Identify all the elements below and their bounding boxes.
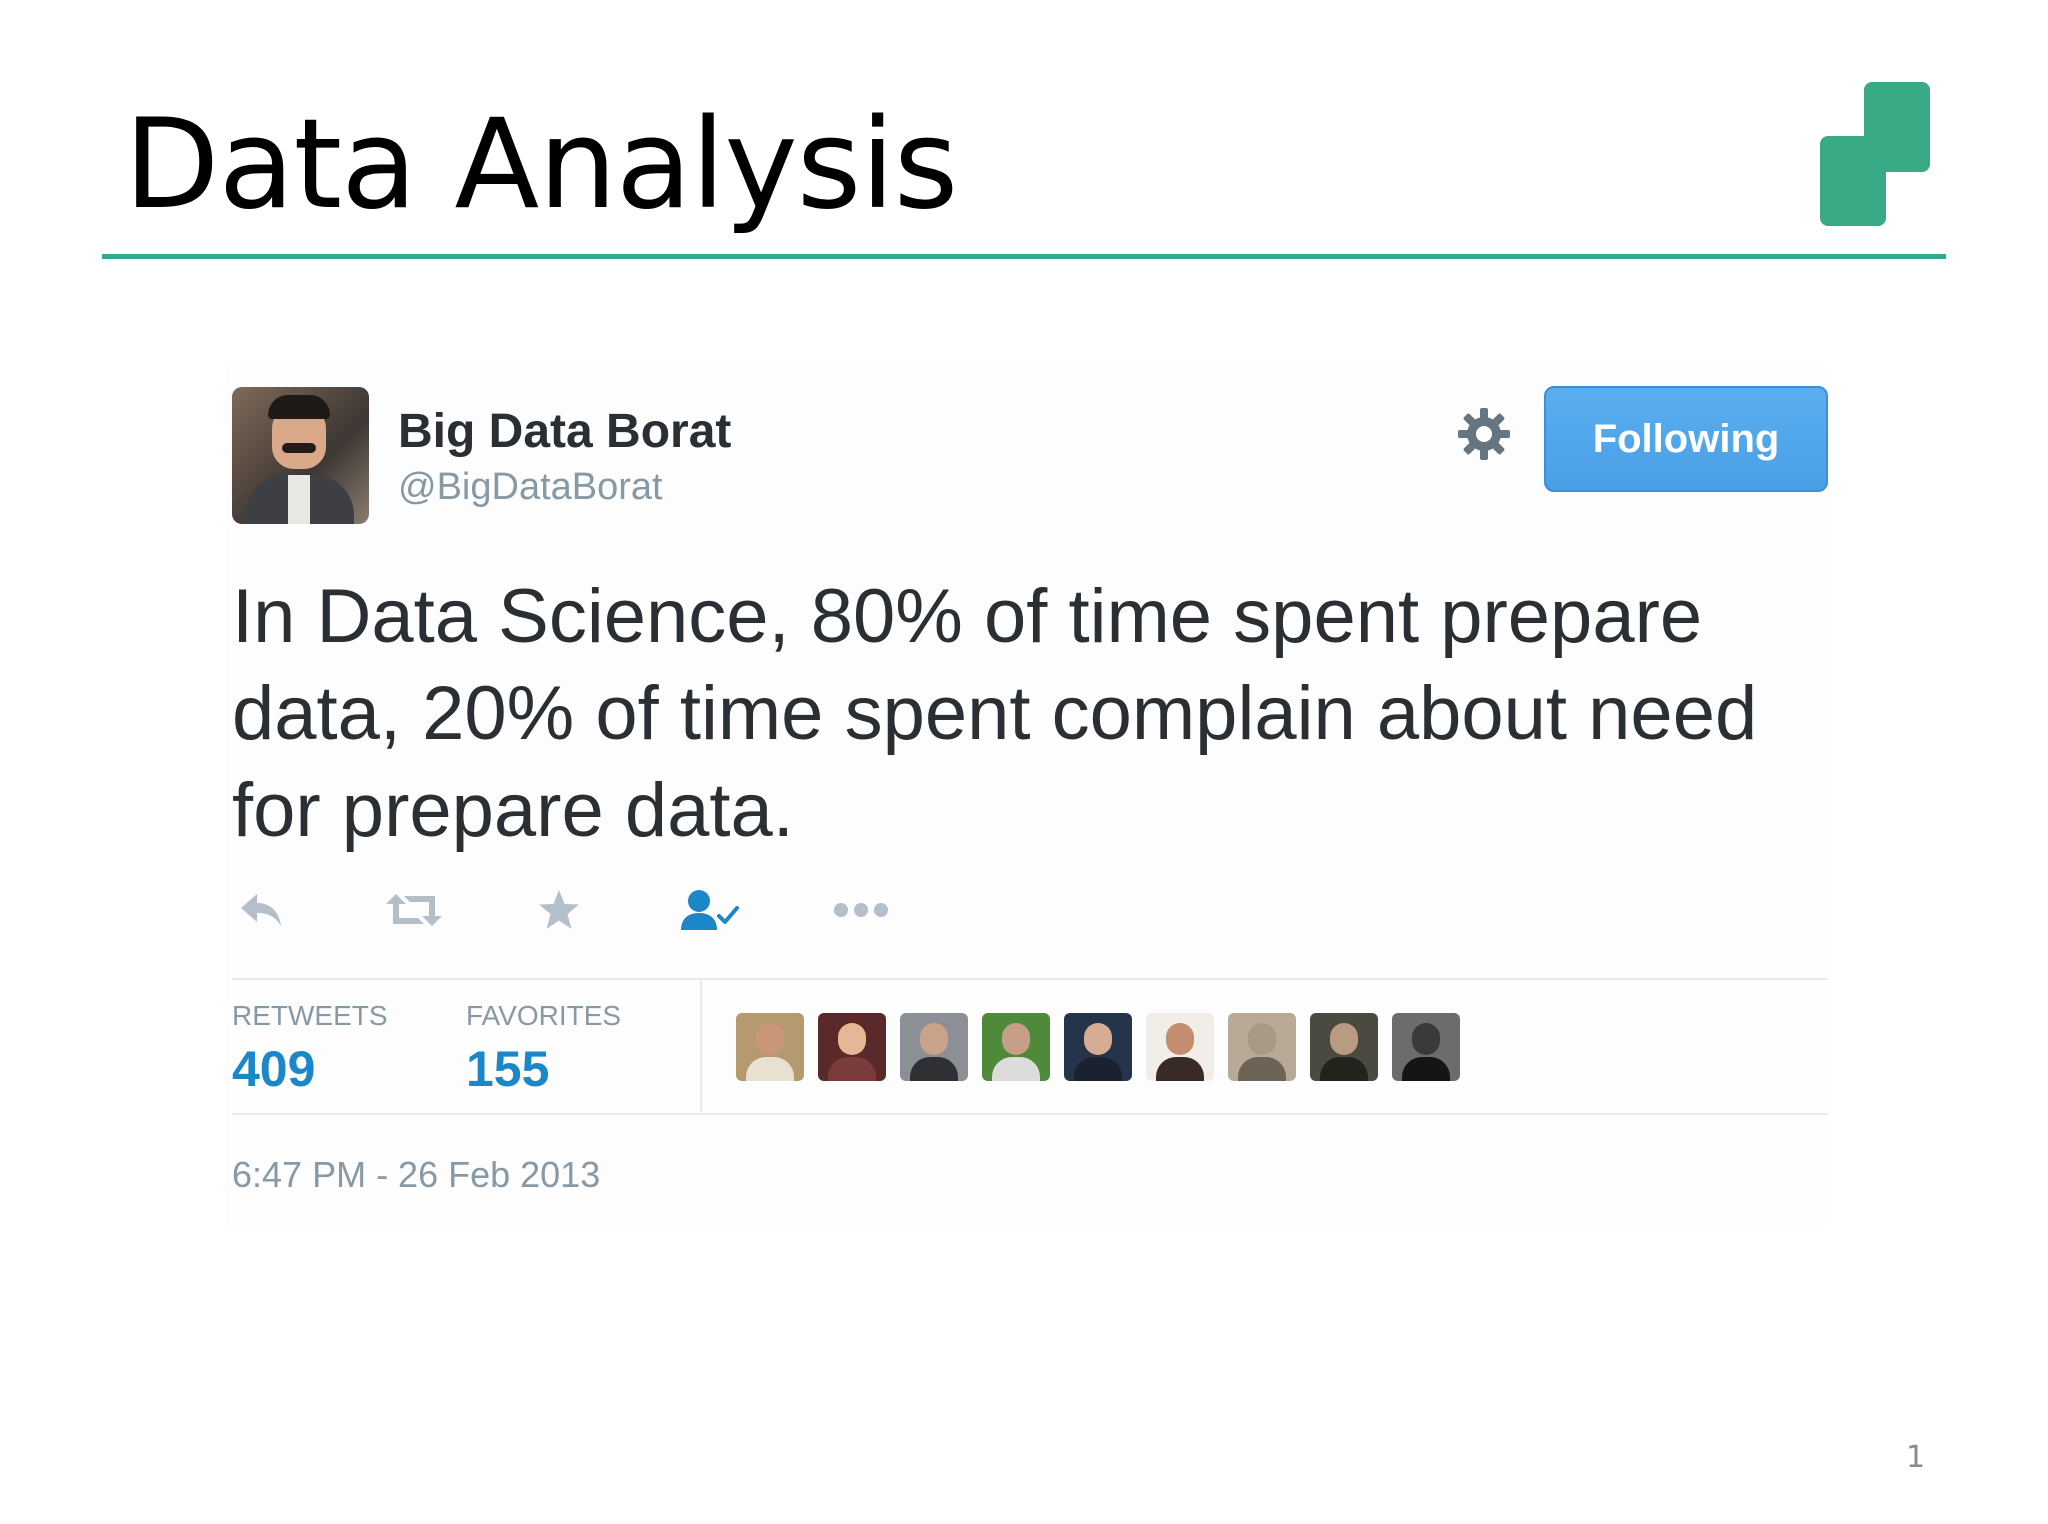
reply-icon [241, 894, 281, 926]
slide-title: Data Analysis [124, 93, 958, 237]
favoriter-avatar[interactable] [1146, 1013, 1214, 1081]
favorites-count[interactable]: 155 [466, 1040, 549, 1098]
user-handle[interactable]: @BigDataBorat [398, 466, 663, 509]
more-button[interactable] [830, 880, 892, 940]
favoriter-avatar-head [756, 1023, 784, 1055]
retweet-button[interactable] [382, 880, 446, 940]
stats-divider-bottom [232, 1113, 1828, 1115]
follow-user-button[interactable] [678, 880, 740, 940]
following-button[interactable]: Following [1544, 386, 1828, 492]
favoriter-avatar[interactable] [818, 1013, 886, 1081]
favoriter-avatar[interactable] [900, 1013, 968, 1081]
user-avatar[interactable] [232, 387, 369, 524]
stats-divider-top [232, 978, 1828, 980]
avatar-mustache [282, 443, 316, 453]
user-name[interactable]: Big Data Borat [398, 404, 731, 459]
favoriter-avatar[interactable] [1064, 1013, 1132, 1081]
favoriter-avatar[interactable] [1392, 1013, 1460, 1081]
favoriter-avatar-body [1402, 1057, 1450, 1081]
favoriter-avatar-head [1084, 1023, 1112, 1055]
favoriter-avatar-body [1156, 1057, 1204, 1081]
logo-square-bottom [1820, 136, 1886, 226]
favoriter-avatar[interactable] [1310, 1013, 1378, 1081]
favoriter-avatar-head [1330, 1023, 1358, 1055]
avatar-hair [268, 395, 330, 419]
favoriter-avatar-head [838, 1023, 866, 1055]
title-divider [102, 254, 1946, 259]
logo [1820, 82, 1932, 228]
favoriter-avatar[interactable] [736, 1013, 804, 1081]
favoriter-avatar[interactable] [982, 1013, 1050, 1081]
user-check-icon [681, 890, 739, 930]
more-icon [834, 903, 888, 917]
star-icon [539, 890, 579, 929]
favorite-button[interactable] [534, 880, 584, 940]
favoriter-avatar-head [920, 1023, 948, 1055]
avatar-shirt [288, 475, 310, 524]
favoriter-avatar-head [1412, 1023, 1440, 1055]
tweet-timestamp[interactable]: 6:47 PM - 26 Feb 2013 [232, 1154, 600, 1196]
favoriter-avatar-body [746, 1057, 794, 1081]
favoriter-avatar[interactable] [1228, 1013, 1296, 1081]
favorites-label[interactable]: FAVORITES [466, 1000, 621, 1032]
tweet-text: In Data Science, 80% of time spent prepa… [232, 574, 1758, 853]
reply-button[interactable] [236, 880, 286, 940]
favoriter-avatar-body [1074, 1057, 1122, 1081]
stats-divider-vertical [700, 980, 702, 1113]
page-number: 1 [1906, 1440, 1926, 1475]
favoriter-avatar-body [828, 1057, 876, 1081]
gear-icon[interactable] [1456, 406, 1512, 462]
retweets-count[interactable]: 409 [232, 1040, 315, 1098]
favoriter-avatar-body [1238, 1057, 1286, 1081]
slide: Data Analysis Big Data Borat @BigDataBor… [0, 0, 2048, 1524]
favoriter-avatar-body [992, 1057, 1040, 1081]
retweet-icon [386, 894, 442, 926]
favoriter-avatar-body [1320, 1057, 1368, 1081]
retweets-label[interactable]: RETWEETS [232, 1000, 388, 1032]
favoriter-avatar-head [1002, 1023, 1030, 1055]
favoriter-avatar-head [1166, 1023, 1194, 1055]
favoriter-avatar-body [910, 1057, 958, 1081]
favoriter-avatar-head [1248, 1023, 1276, 1055]
